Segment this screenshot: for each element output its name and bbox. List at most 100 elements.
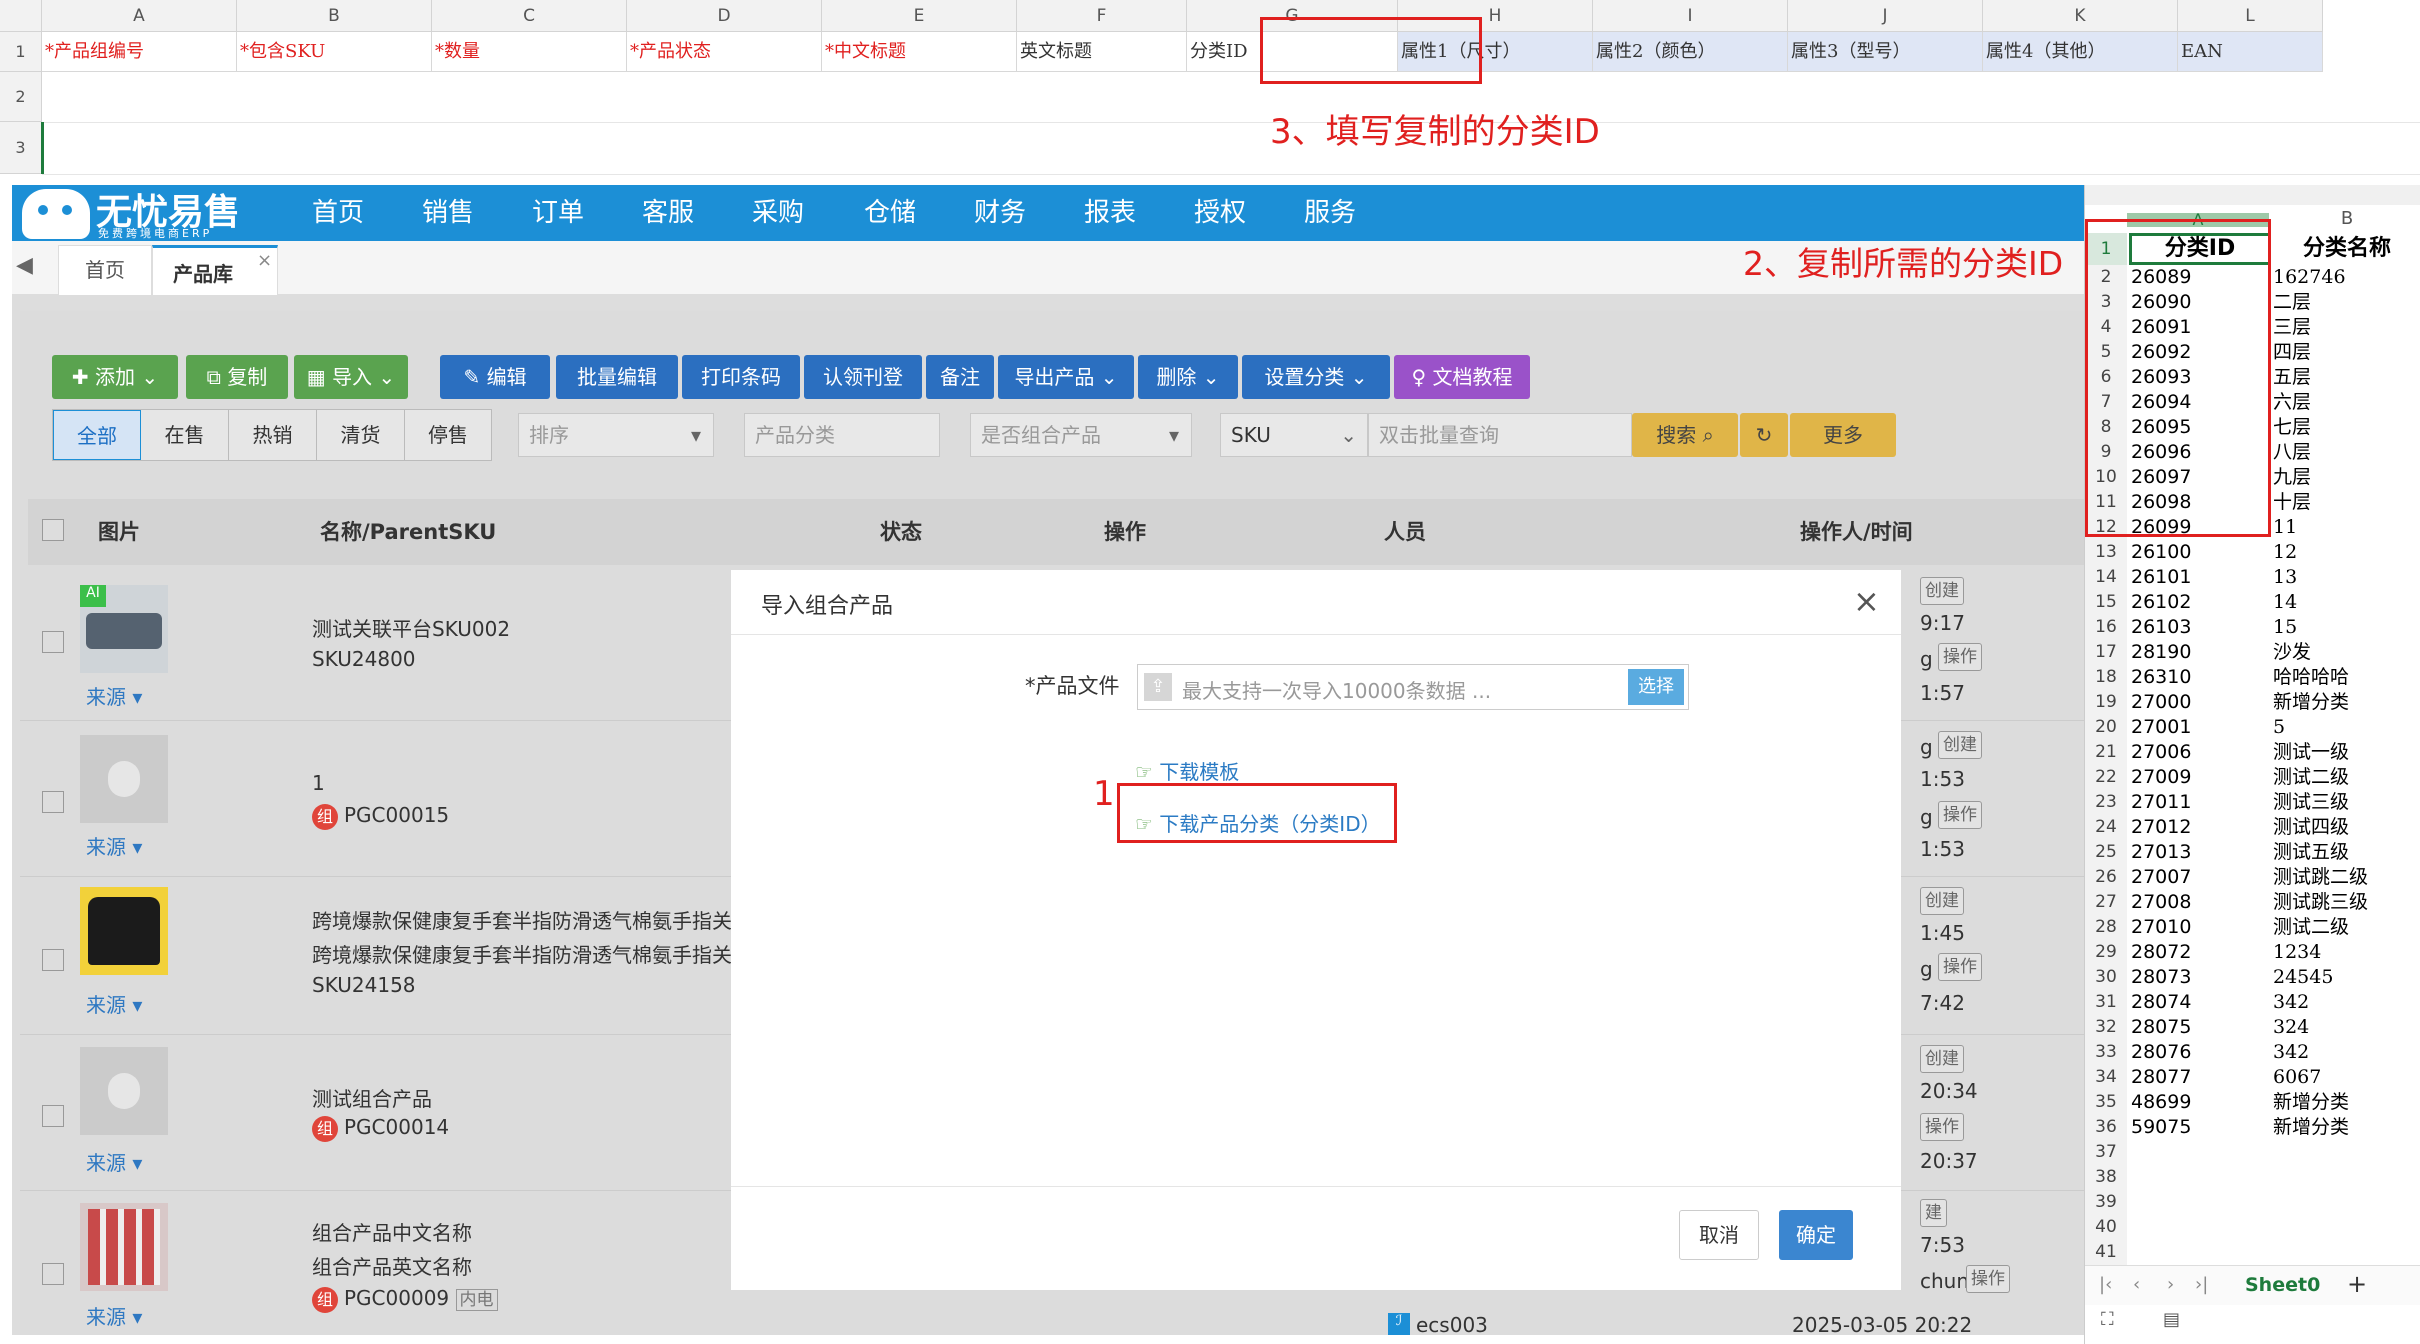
category-id-cell[interactable]: 27000 — [2131, 690, 2269, 715]
modal-close-icon[interactable]: × — [1853, 582, 1880, 620]
row-number[interactable]: 19 — [2085, 690, 2127, 715]
header-cell-b[interactable]: *包含SKU — [237, 32, 432, 72]
row-number[interactable]: 24 — [2085, 815, 2127, 840]
category-id-cell[interactable]: 26102 — [2131, 590, 2269, 615]
import-button[interactable]: ▦ 导入 ⌄ — [294, 355, 408, 399]
category-id-cell[interactable]: 26103 — [2131, 615, 2269, 640]
choose-file-button[interactable]: 选择 — [1628, 669, 1684, 705]
claim-listing-button[interactable]: 认领刊登 — [804, 355, 922, 399]
row-number[interactable]: 39 — [2085, 1190, 2127, 1215]
category-name-cell[interactable]: 测试五级 — [2273, 840, 2420, 865]
col-b-header[interactable]: B — [2273, 210, 2420, 228]
category-name-cell[interactable]: 14 — [2273, 590, 2420, 615]
row-checkbox[interactable] — [42, 631, 64, 653]
download-template-link[interactable]: ☞ 下载模板 — [1135, 756, 1239, 785]
add-button[interactable]: ✚ 添加 ⌄ — [52, 355, 178, 399]
category-name-cell[interactable]: 测试一级 — [2273, 740, 2420, 765]
header-cell-l[interactable]: EAN — [2178, 32, 2323, 72]
header-cell-k[interactable]: 属性4（其他） — [1983, 32, 2178, 72]
row-number[interactable]: 21 — [2085, 740, 2127, 765]
tag-operate[interactable]: 操作 — [1938, 643, 1982, 671]
col-header-k[interactable]: K — [1983, 0, 2178, 32]
nav-item-6[interactable]: 财务 — [974, 185, 1026, 241]
category-id-cell[interactable]: 27010 — [2131, 915, 2269, 940]
header-cell-j[interactable]: 属性3（型号） — [1788, 32, 1983, 72]
status-tab-clearance[interactable]: 清货 — [317, 410, 405, 460]
category-name-cell[interactable]: 九层 — [2273, 465, 2420, 490]
category-name-cell[interactable]: 测试跳二级 — [2273, 865, 2420, 890]
row-number[interactable]: 38 — [2085, 1165, 2127, 1190]
category-name-cell[interactable]: 324 — [2273, 1015, 2420, 1040]
header-cell-a[interactable]: *产品组编号 — [42, 32, 237, 72]
row-number[interactable]: 23 — [2085, 790, 2127, 815]
sheet-tab-sheet0[interactable]: Sheet0 — [2245, 1274, 2320, 1296]
search-button[interactable]: 搜索 ⌕ — [1632, 413, 1738, 457]
category-id-cell[interactable]: 26100 — [2131, 540, 2269, 565]
last-sheet-icon[interactable]: ›| — [2195, 1274, 2208, 1295]
product-file-input[interactable]: ⇪ 最大支持一次导入10000条数据 ... 选择 — [1137, 664, 1689, 710]
category-id-cell[interactable]: 27013 — [2131, 840, 2269, 865]
row-number[interactable]: 33 — [2085, 1040, 2127, 1065]
source-dropdown[interactable]: 来源 ▾ — [86, 681, 142, 710]
delete-button[interactable]: 删除 ⌄ — [1138, 355, 1238, 399]
col-header-b[interactable]: B — [237, 0, 432, 32]
row-number[interactable]: 31 — [2085, 990, 2127, 1015]
set-category-button[interactable]: 设置分类 ⌄ — [1242, 355, 1390, 399]
category-name-cell[interactable]: 5 — [2273, 715, 2420, 740]
row-header-1[interactable]: 1 — [0, 32, 42, 72]
refresh-icon[interactable]: ↻ — [1740, 413, 1788, 457]
source-dropdown[interactable]: 来源 ▾ — [86, 831, 142, 860]
category-name-cell[interactable]: 八层 — [2273, 440, 2420, 465]
status-tab-on-sale[interactable]: 在售 — [141, 410, 229, 460]
category-name-cell[interactable]: 6067 — [2273, 1065, 2420, 1090]
sort-select[interactable]: 排序 ▾ — [518, 413, 714, 457]
source-dropdown[interactable]: 来源 ▾ — [86, 989, 142, 1018]
category-name-cell[interactable]: 测试四级 — [2273, 815, 2420, 840]
status-tab-stopped[interactable]: 停售 — [405, 410, 491, 460]
row-number[interactable]: 15 — [2085, 590, 2127, 615]
row-number[interactable]: 41 — [2085, 1240, 2127, 1265]
category-id-cell[interactable]: 48699 — [2131, 1090, 2269, 1115]
row-number[interactable]: 28 — [2085, 915, 2127, 940]
row-checkbox[interactable] — [42, 791, 64, 813]
nav-item-2[interactable]: 订单 — [532, 185, 584, 241]
category-name-cell[interactable]: 四层 — [2273, 340, 2420, 365]
tab-home[interactable]: 首页 — [58, 245, 152, 295]
row-header-3[interactable]: 3 — [0, 122, 42, 174]
source-dropdown[interactable]: 来源 ▾ — [86, 1147, 142, 1176]
header-cell-c[interactable]: *数量 — [432, 32, 627, 72]
category-id-cell[interactable]: 27001 — [2131, 715, 2269, 740]
category-id-cell[interactable]: 27009 — [2131, 765, 2269, 790]
cancel-button[interactable]: 取消 — [1679, 1210, 1759, 1260]
row-number[interactable]: 13 — [2085, 540, 2127, 565]
category-id-cell[interactable]: 26101 — [2131, 565, 2269, 590]
is-combo-select[interactable]: 是否组合产品 ▾ — [970, 413, 1192, 457]
row-checkbox[interactable] — [42, 1263, 64, 1285]
category-name-cell[interactable]: 12 — [2273, 540, 2420, 565]
col-header-l[interactable]: L — [2178, 0, 2323, 32]
export-products-button[interactable]: 导出产品 ⌄ — [998, 355, 1134, 399]
tag-operate[interactable]: 操作 — [1966, 1265, 2010, 1293]
col-header-i[interactable]: I — [1593, 0, 1788, 32]
category-id-cell[interactable]: 28074 — [2131, 990, 2269, 1015]
category-name-cell[interactable]: 新增分类 — [2273, 690, 2420, 715]
col-header-e[interactable]: E — [822, 0, 1017, 32]
category-name-cell[interactable]: 1234 — [2273, 940, 2420, 965]
copy-button[interactable]: ⧉ 复制 — [186, 355, 288, 399]
zoom-icon[interactable]: ⛶ — [2101, 1309, 2114, 1330]
col-header-a[interactable]: A — [42, 0, 237, 32]
next-sheet-icon[interactable]: › — [2167, 1274, 2174, 1295]
print-barcode-button[interactable]: 打印条码 — [682, 355, 800, 399]
header-cell-e[interactable]: *中文标题 — [822, 32, 1017, 72]
header-cell-d[interactable]: *产品状态 — [627, 32, 822, 72]
category-name-cell[interactable]: 哈哈哈哈 — [2273, 665, 2420, 690]
row-checkbox[interactable] — [42, 949, 64, 971]
nav-item-8[interactable]: 授权 — [1194, 185, 1246, 241]
col-header-c[interactable]: C — [432, 0, 627, 32]
status-tab-all[interactable]: 全部 — [53, 410, 141, 460]
category-id-cell[interactable]: 28073 — [2131, 965, 2269, 990]
tab-close-icon[interactable]: × — [257, 250, 272, 271]
category-name-cell[interactable]: 测试三级 — [2273, 790, 2420, 815]
category-name-cell[interactable]: 测试跳三级 — [2273, 890, 2420, 915]
category-id-cell[interactable]: 27006 — [2131, 740, 2269, 765]
